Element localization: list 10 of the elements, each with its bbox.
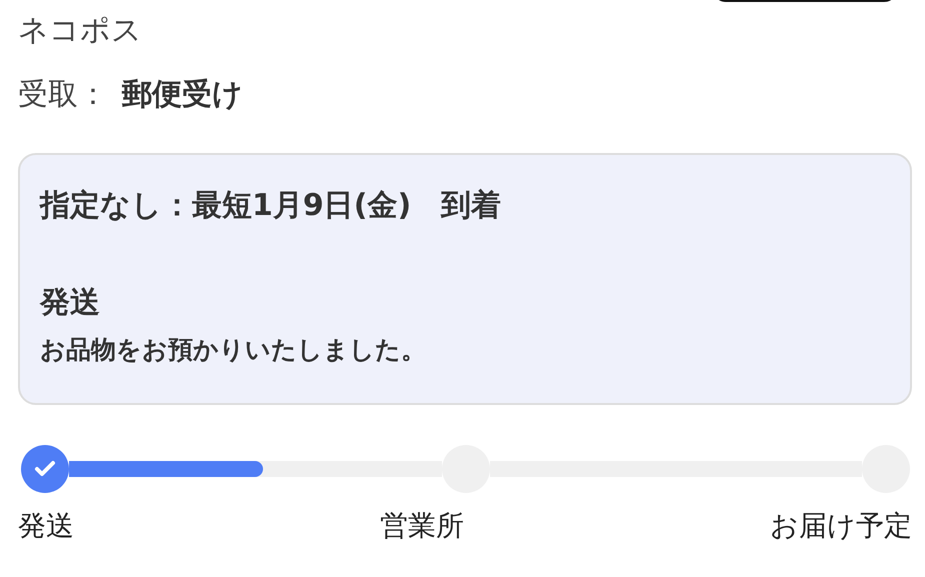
- step-label: 発送: [18, 508, 74, 544]
- receipt-value: 郵便受け: [122, 76, 243, 114]
- status-message: お品物をお預かりいたしました。: [40, 334, 427, 366]
- receipt-label: 受取：: [18, 76, 108, 114]
- check-icon: [34, 460, 56, 478]
- step-label: 営業所: [380, 508, 464, 544]
- status-title: 発送: [40, 284, 101, 322]
- service-name: ネコポス: [18, 12, 143, 50]
- step-label: お届け予定: [770, 508, 912, 544]
- delivery-date: 指定なし：最短1月9日(金) 到着: [40, 187, 502, 225]
